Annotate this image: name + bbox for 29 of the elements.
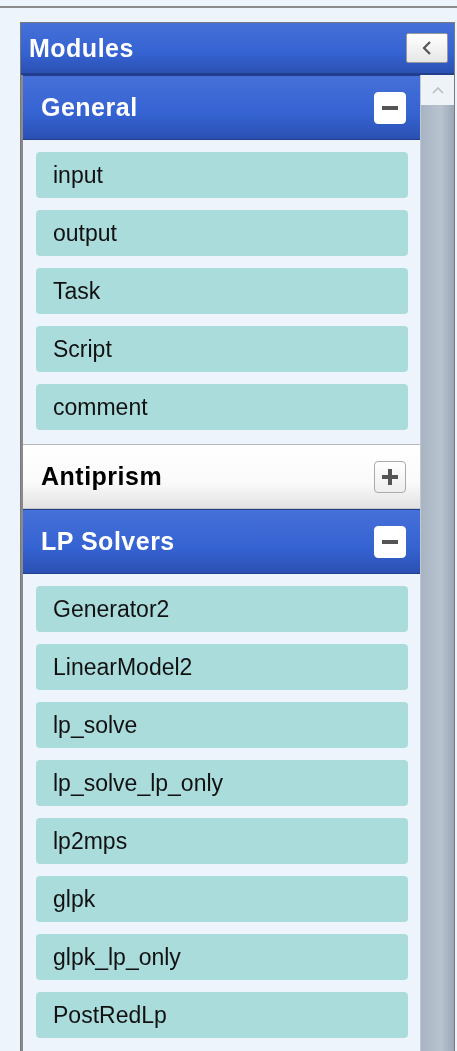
group-header[interactable]: Antiprism: [23, 444, 420, 509]
group-title: Antiprism: [41, 462, 163, 491]
minus-icon: [382, 105, 398, 110]
module-item[interactable]: input: [36, 152, 408, 198]
collapse-toggle[interactable]: [374, 525, 406, 558]
module-item[interactable]: glpk: [36, 876, 408, 922]
chevron-left-icon: [422, 40, 432, 56]
module-item[interactable]: Task: [36, 268, 408, 314]
module-item[interactable]: PostRedLp: [36, 992, 408, 1038]
minus-icon: [382, 539, 398, 544]
group-header[interactable]: General: [23, 75, 420, 140]
module-item[interactable]: output: [36, 210, 408, 256]
group-header[interactable]: LP Solvers: [23, 509, 420, 574]
group-title: General: [41, 93, 138, 122]
scrollbar[interactable]: [420, 75, 454, 1051]
group-title: LP Solvers: [41, 527, 175, 556]
panel-title: Modules: [29, 33, 134, 63]
expand-toggle[interactable]: [374, 460, 406, 493]
module-item[interactable]: lp_solve_lp_only: [36, 760, 408, 806]
module-item[interactable]: LinearModel2: [36, 644, 408, 690]
module-item[interactable]: Generator2: [36, 586, 408, 632]
module-item[interactable]: Script: [36, 326, 408, 372]
module-item[interactable]: lp_solve: [36, 702, 408, 748]
module-item[interactable]: lp2mps: [36, 818, 408, 864]
module-item[interactable]: comment: [36, 384, 408, 430]
plus-icon: [382, 468, 398, 485]
collapse-button[interactable]: [406, 33, 448, 63]
module-item[interactable]: glpk_lp_only: [36, 934, 408, 980]
collapse-toggle[interactable]: [374, 91, 406, 124]
